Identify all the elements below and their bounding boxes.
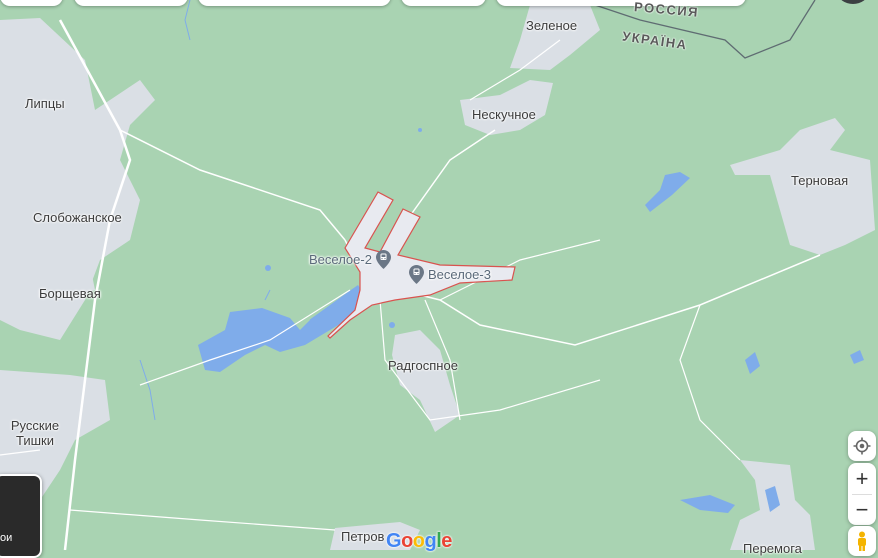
place-label-petrov[interactable]: Петров	[341, 529, 384, 544]
poi-veseloe-2[interactable]: Веселое-2	[309, 250, 391, 269]
place-label-zelenoe[interactable]: Зеленое	[526, 18, 577, 33]
place-label-neskuchnoe[interactable]: Нескучное	[472, 107, 536, 122]
filter-chip[interactable]	[74, 0, 188, 6]
filter-chip[interactable]	[401, 0, 486, 6]
my-location-icon	[853, 437, 871, 455]
layers-label: ои	[0, 532, 13, 544]
place-label-slobozhanskoe[interactable]: Слобожанское	[33, 210, 122, 225]
place-label-borshchevaya[interactable]: Борщевая	[39, 286, 101, 301]
place-label-russkie-tishki[interactable]: Русские Тишки	[11, 418, 59, 448]
place-label-lipcy[interactable]: Липцы	[25, 96, 65, 111]
place-label-ternovaya[interactable]: Терновая	[791, 173, 848, 188]
filter-chip[interactable]	[0, 0, 63, 6]
filter-chip[interactable]	[198, 0, 391, 6]
my-location-button[interactable]	[848, 431, 876, 461]
poi-label: Веселое-3	[428, 267, 491, 282]
zoom-controls: + −	[848, 463, 876, 525]
place-label-radgospnoe[interactable]: Радгоспное	[388, 358, 458, 373]
place-label-peremoga[interactable]: Перемога	[743, 541, 802, 556]
layers-button[interactable]: ои	[0, 474, 42, 558]
pegman-icon	[858, 531, 866, 551]
train-station-pin-icon	[409, 265, 424, 284]
street-view-button[interactable]	[848, 526, 876, 556]
filter-chip[interactable]	[496, 0, 746, 6]
zoom-in-button[interactable]: +	[848, 464, 876, 494]
poi-label: Веселое-2	[309, 252, 372, 267]
poi-veseloe-3[interactable]: Веселое-3	[409, 265, 491, 284]
train-station-pin-icon	[375, 250, 391, 269]
zoom-out-button[interactable]: −	[848, 495, 876, 525]
